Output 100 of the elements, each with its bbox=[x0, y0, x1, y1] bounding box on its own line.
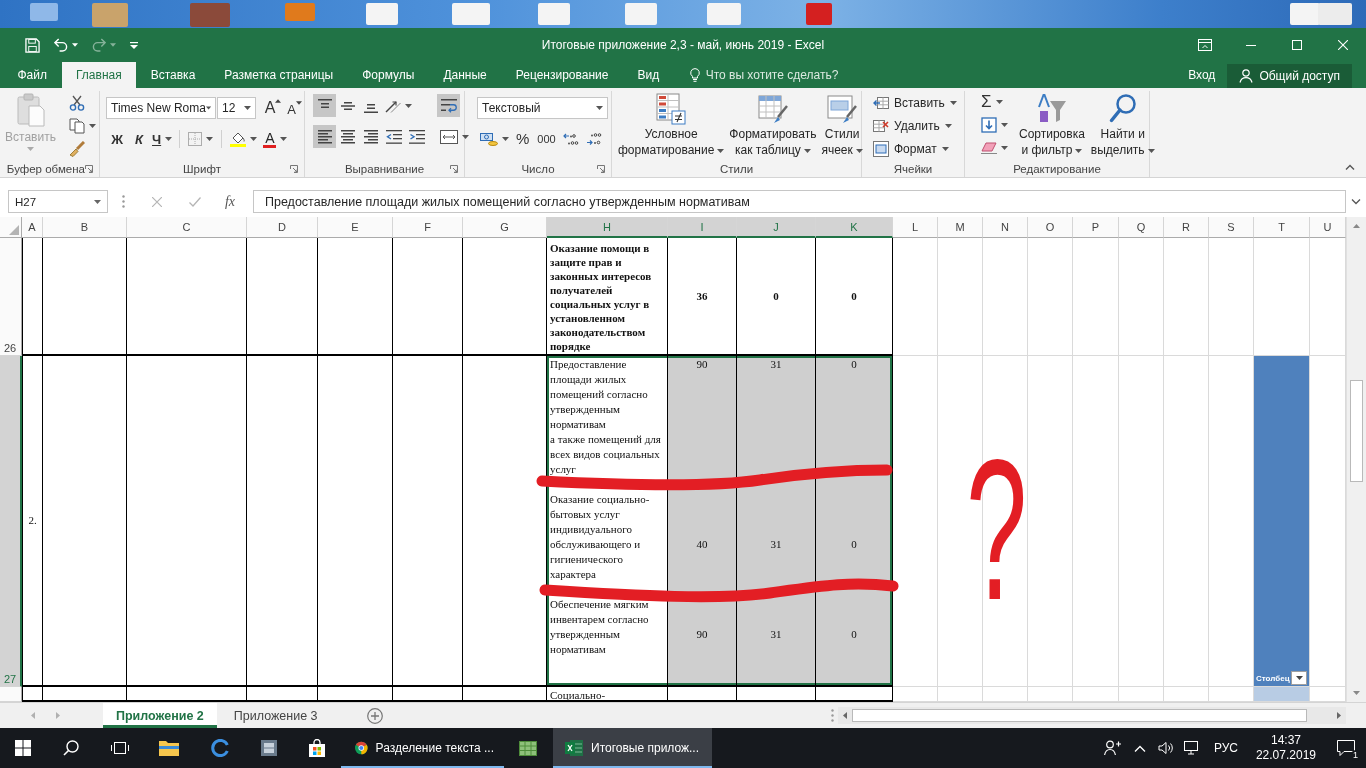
speech-bubble-icon bbox=[1337, 740, 1355, 756]
cells-button[interactable]: Удалить bbox=[870, 114, 964, 137]
notification-button[interactable]: 1 bbox=[1326, 728, 1366, 768]
taskbar-window-button[interactable]: Разделение текста ... bbox=[341, 728, 504, 768]
cell-text: 90 bbox=[696, 627, 708, 642]
caret-icon bbox=[296, 101, 302, 105]
column-header[interactable]: B bbox=[43, 217, 127, 238]
ribbon-tab[interactable]: Формулы bbox=[347, 62, 429, 88]
person-icon bbox=[1239, 69, 1254, 83]
column-header[interactable]: K bbox=[816, 217, 893, 238]
table-brush-icon bbox=[757, 93, 788, 125]
dialog-launcher-icon[interactable] bbox=[85, 164, 93, 173]
column-header[interactable]: E bbox=[318, 217, 393, 238]
redo-icon bbox=[92, 38, 106, 52]
ribbon-tab[interactable]: Данные bbox=[428, 62, 502, 88]
ribbon-tab[interactable]: Разметка страницы bbox=[209, 62, 348, 88]
font-size-field[interactable]: 12 bbox=[217, 97, 256, 119]
copy-button[interactable] bbox=[66, 115, 99, 137]
column-header[interactable]: H bbox=[547, 217, 668, 238]
column-header[interactable]: T bbox=[1254, 217, 1310, 238]
wrap-text-button[interactable] bbox=[437, 94, 460, 117]
dialog-launcher-icon[interactable] bbox=[450, 164, 458, 173]
grow-font-button[interactable]: A bbox=[262, 97, 284, 119]
shrink-font-button[interactable]: A bbox=[285, 97, 304, 119]
styles-button[interactable]: Условное форматирование bbox=[616, 91, 727, 158]
autosum-button[interactable]: Σ bbox=[978, 91, 1011, 113]
caret-icon bbox=[280, 137, 288, 141]
column-header[interactable]: O bbox=[1028, 217, 1073, 238]
vertical-scrollbar[interactable] bbox=[1346, 217, 1366, 702]
column-header[interactable]: N bbox=[983, 217, 1028, 238]
grip-dots-icon[interactable] bbox=[830, 709, 834, 722]
caret-icon bbox=[944, 123, 952, 128]
column-header[interactable]: I bbox=[668, 217, 737, 238]
underline-button[interactable]: Ч bbox=[150, 128, 175, 150]
bold-button[interactable]: Ж bbox=[106, 128, 128, 150]
share-button[interactable]: Общий доступ bbox=[1227, 64, 1352, 88]
italic-button[interactable]: К bbox=[128, 128, 150, 150]
ribbon-tab[interactable]: Вставка bbox=[136, 62, 210, 88]
ribbon-tab[interactable]: Вид bbox=[622, 62, 674, 88]
column-header[interactable]: P bbox=[1073, 217, 1119, 238]
horizontal-scrollbar[interactable] bbox=[838, 707, 1346, 724]
insert-cells-icon bbox=[873, 94, 889, 111]
table-cell: 2. bbox=[22, 356, 43, 687]
grip-dots-icon[interactable] bbox=[121, 195, 125, 208]
column-header[interactable]: M bbox=[938, 217, 983, 238]
ribbon-tab[interactable]: Файл bbox=[3, 62, 62, 88]
scrollbar-thumb[interactable] bbox=[852, 709, 1307, 722]
cells-button[interactable]: Формат bbox=[870, 137, 964, 160]
thousands-separator-button[interactable]: 000 bbox=[533, 127, 560, 150]
cells-button[interactable]: Вставить bbox=[870, 91, 964, 114]
column-header[interactable]: S bbox=[1209, 217, 1254, 238]
scrollbar-thumb[interactable] bbox=[1350, 380, 1363, 482]
scissors-icon bbox=[69, 95, 85, 111]
horizontal-align-button[interactable] bbox=[313, 125, 336, 148]
fill-button[interactable] bbox=[978, 114, 1011, 136]
number-format-field[interactable]: Текстовый bbox=[477, 97, 608, 119]
formula-field[interactable]: Предоставление площади жилых помещений согласно утвержденным нормативам bbox=[253, 190, 1346, 213]
dialog-launcher-icon[interactable] bbox=[597, 164, 605, 173]
caret-icon bbox=[72, 43, 78, 47]
column-header[interactable]: L bbox=[893, 217, 938, 238]
vertical-align-button[interactable] bbox=[313, 94, 336, 117]
ribbon-tab[interactable]: Главная bbox=[61, 62, 137, 88]
sort-filter-button[interactable]: Сортировка и фильтр bbox=[1017, 91, 1087, 158]
column-header[interactable]: D bbox=[247, 217, 318, 238]
row-header[interactable] bbox=[0, 687, 22, 702]
name-box[interactable]: H27 bbox=[8, 190, 108, 213]
find-select-button[interactable]: Найти и выделить bbox=[1088, 91, 1157, 158]
column-header[interactable]: G bbox=[463, 217, 547, 238]
font-name-field[interactable]: Times New Roma bbox=[106, 97, 216, 119]
caret-icon bbox=[243, 106, 251, 110]
row-header[interactable]: 26 bbox=[0, 238, 22, 356]
clock-button[interactable]: 14:37 22.07.2019 bbox=[1247, 728, 1324, 768]
spreadsheet-icon bbox=[565, 739, 583, 757]
sheet-tab[interactable]: Приложение 2 bbox=[103, 703, 217, 728]
insert-function-button[interactable]: fx bbox=[214, 190, 246, 213]
select-all-button[interactable] bbox=[0, 217, 22, 238]
column-header[interactable]: R bbox=[1164, 217, 1209, 238]
column-header[interactable]: U bbox=[1310, 217, 1346, 238]
column-header[interactable]: Q bbox=[1119, 217, 1164, 238]
font-color-button[interactable]: A bbox=[260, 128, 291, 150]
sheet-tab[interactable]: Приложение 3 bbox=[220, 703, 331, 728]
percent-button[interactable]: % bbox=[512, 127, 534, 150]
filter-dropdown-button[interactable] bbox=[1291, 671, 1307, 685]
caret-icon bbox=[995, 100, 1003, 104]
row-header[interactable]: 27 bbox=[0, 356, 22, 687]
styles-button[interactable]: Форматировать как таблицу bbox=[727, 91, 819, 158]
ribbon-tab[interactable]: Рецензирование bbox=[501, 62, 623, 88]
column-header[interactable]: J bbox=[737, 217, 816, 238]
column-header[interactable]: C bbox=[127, 217, 247, 238]
tell-me-field[interactable]: Что вы хотите сделать? bbox=[673, 62, 839, 88]
language-button[interactable]: РУС bbox=[1205, 728, 1246, 768]
styles-button[interactable]: Стили ячеек bbox=[819, 91, 865, 158]
sign-in-link[interactable]: Вход bbox=[1180, 62, 1224, 88]
spreadsheet-icon bbox=[518, 739, 537, 757]
annotation-mark: ? bbox=[966, 455, 1028, 605]
column-header[interactable]: F bbox=[393, 217, 463, 238]
column-header[interactable]: A bbox=[22, 217, 43, 238]
dialog-launcher-icon[interactable] bbox=[290, 164, 298, 173]
ribbon-group-label: Редактирование bbox=[1013, 162, 1101, 175]
taskbar-window-button[interactable]: Итоговые прилож... bbox=[553, 728, 712, 768]
